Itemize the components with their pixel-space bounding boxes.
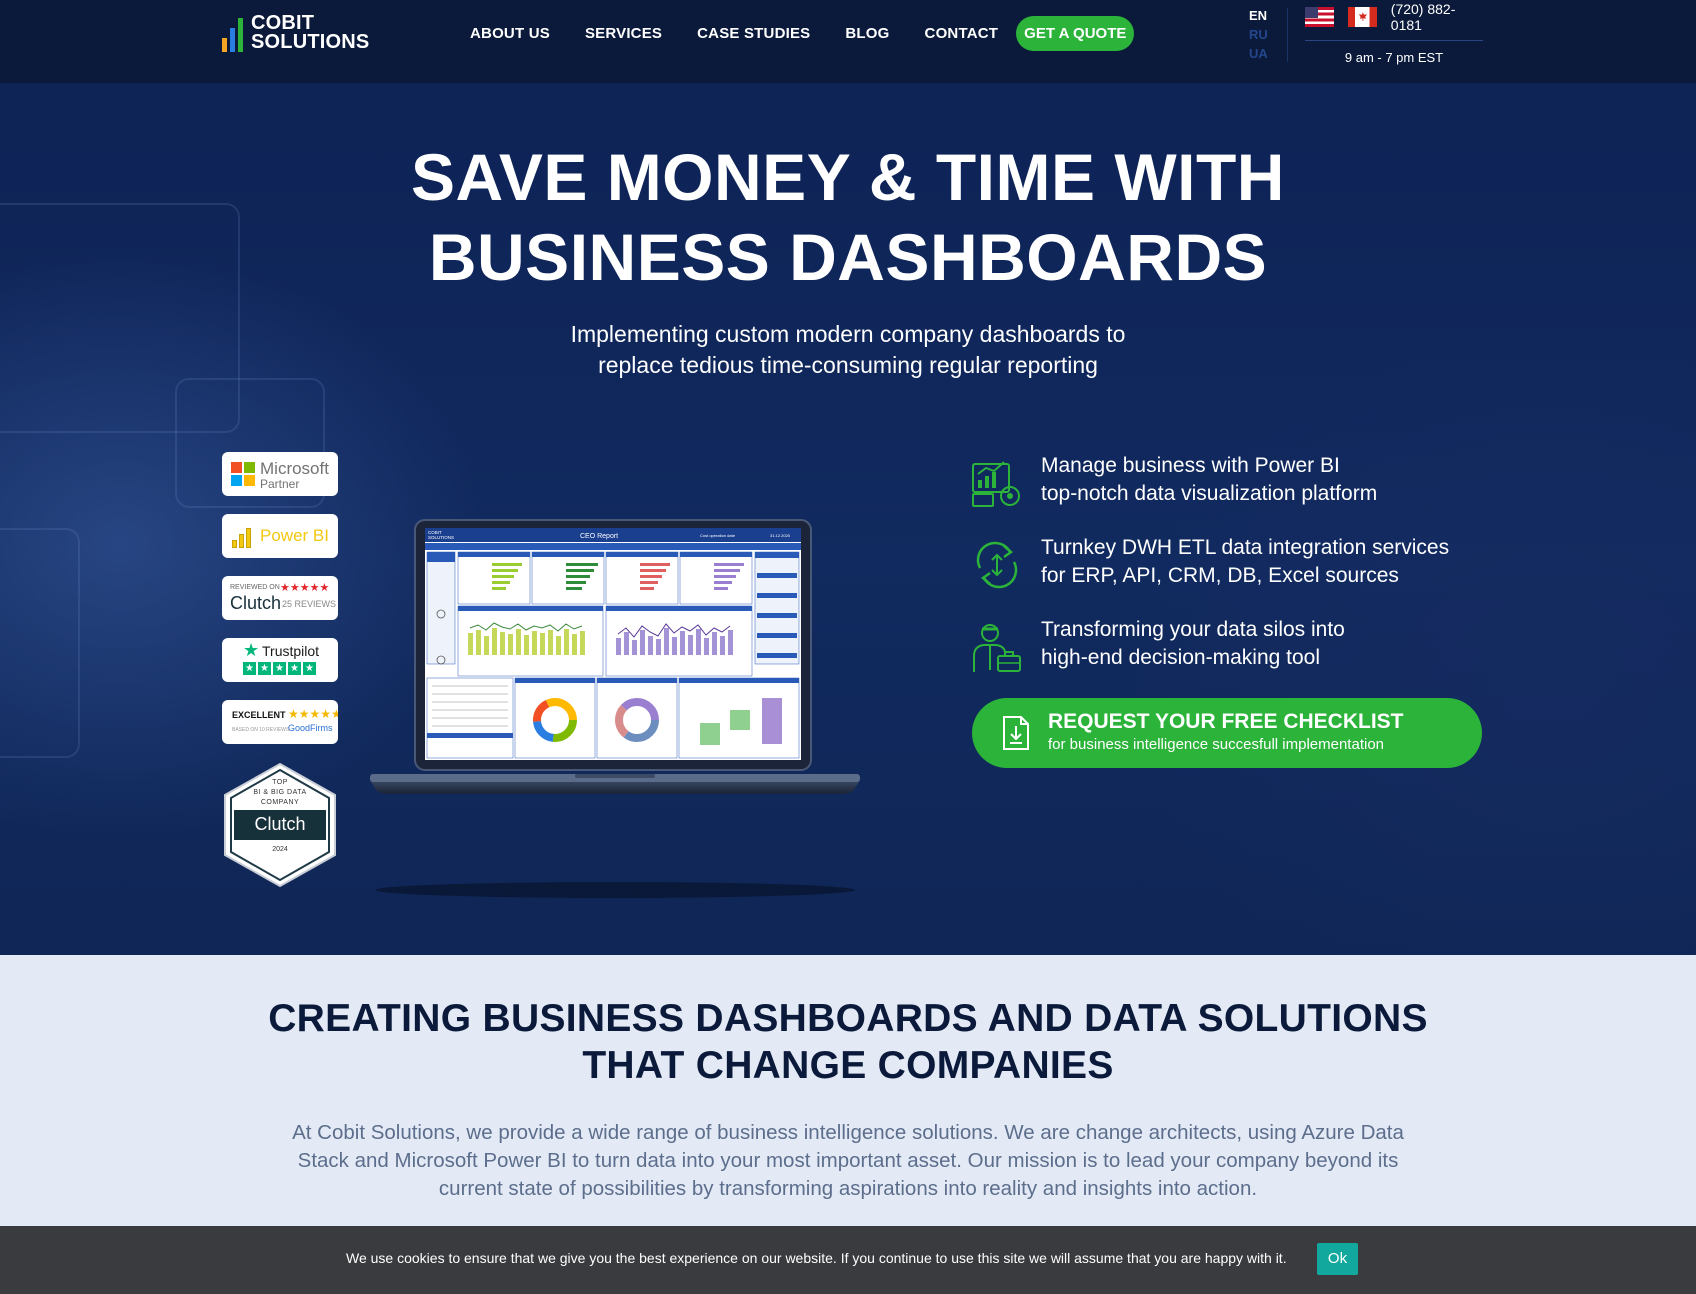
businessman-briefcase-icon [973, 624, 1021, 672]
hero-title-line1: SAVE MONEY & TIME WITH [411, 140, 1285, 214]
power-bi-logo-icon [232, 526, 254, 548]
lang-en[interactable]: EN [1249, 6, 1268, 25]
request-checklist-button[interactable]: REQUEST YOUR FREE CHECKLIST for business… [972, 698, 1482, 768]
canada-flag-icon[interactable] [1347, 7, 1377, 27]
nav-case-studies[interactable]: CASE STUDIES [697, 17, 810, 51]
feature-item: Transforming your data silos into high-e… [970, 614, 1490, 696]
cookie-ok-button[interactable]: Ok [1317, 1243, 1358, 1275]
about-description: At Cobit Solutions, we provide a wide ra… [292, 1121, 1404, 1200]
screen-date: 31.12.2020 [770, 533, 791, 538]
trust-badges: Microsoft Partner Power BI REVIEWED ON ★… [222, 452, 338, 888]
laptop-illustration: COBIT SOLUTIONS CEO Report Cost operatio… [370, 519, 860, 898]
trustpilot-badge[interactable]: ★ Trustpilot ★ ★ ★ ★ ★ [222, 638, 338, 682]
hero-subtitle: Implementing custom modern company dashb… [0, 319, 1696, 381]
language-switcher: EN RU UA [1249, 6, 1268, 63]
feature-item: Manage business with Power BI top-notch … [970, 450, 1490, 532]
lang-ru[interactable]: RU [1249, 25, 1268, 44]
dashboard-laptop-image: COBIT SOLUTIONS CEO Report Cost operatio… [370, 518, 870, 903]
logo-bars-icon [222, 16, 243, 52]
us-flag-icon[interactable] [1305, 7, 1334, 27]
goodfirms-badge[interactable]: EXCELLENT ★★★★★ BASED ON 10 REVIEWS Good… [222, 700, 338, 744]
clutch-award-name: Clutch [254, 814, 306, 834]
feature-text: Turnkey DWH ETL data integration service… [1041, 536, 1450, 587]
background-decoration [0, 528, 80, 758]
goodfirms-rating-label: EXCELLENT [232, 710, 286, 720]
clutch-top-company-badge[interactable]: TOP BI & BIG DATA COMPANY Clutch 2024 [222, 762, 338, 888]
hero-subtitle-line1: Implementing custom modern company dashb… [570, 321, 1126, 347]
hours-divider [1305, 40, 1483, 41]
main-nav: ABOUT US SERVICES CASE STUDIES BLOG CONT… [470, 16, 1135, 51]
screen-report-title: CEO Report [580, 533, 618, 540]
hero-title-line2: BUSINESS DASHBOARDS [428, 220, 1268, 294]
feature-text: Transforming your data silos into high-e… [1041, 618, 1345, 669]
trustpilot-name: Trustpilot [262, 643, 320, 659]
feature-item: Turnkey DWH ETL data integration service… [970, 532, 1490, 614]
hero-subtitle-line2: replace tedious time-consuming regular r… [598, 352, 1098, 378]
nav-services[interactable]: SERVICES [585, 17, 662, 51]
power-bi-badge[interactable]: Power BI [222, 514, 338, 558]
logo-line2: SOLUTIONS [251, 31, 370, 53]
clutch-review-count: 25 REVIEWS [282, 599, 337, 609]
nav-about-us[interactable]: ABOUT US [470, 17, 550, 51]
screen-logo-line2: SOLUTIONS [428, 535, 454, 540]
document-download-icon [1003, 716, 1029, 750]
contact-block: (720) 882-0181 9 am - 7 pm EST [1305, 1, 1483, 65]
clutch-stars: ★★★★★ [280, 582, 330, 594]
cookie-banner: We use cookies to ensure that we give yo… [0, 1226, 1696, 1294]
trustpilot-star-icon: ★ [243, 640, 260, 660]
feature-text: Manage business with Power BI top-notch … [1041, 454, 1378, 505]
feature-list: Manage business with Power BI top-notch … [970, 450, 1490, 696]
cta-main-label: REQUEST YOUR FREE CHECKLIST [1048, 710, 1404, 733]
phone-number[interactable]: (720) 882-0181 [1391, 1, 1483, 33]
hero-section: SAVE MONEY & TIME WITH BUSINESS DASHBOAR… [0, 83, 1696, 955]
business-hours: 9 am - 7 pm EST [1344, 50, 1444, 65]
clutch-reviewed-on: REVIEWED ON [230, 584, 280, 591]
microsoft-name: Microsoft [260, 459, 329, 478]
get-a-quote-button[interactable]: GET A QUOTE [1016, 16, 1135, 51]
logo-text: COBIT SOLUTIONS [251, 13, 370, 53]
lang-ua[interactable]: UA [1249, 44, 1268, 63]
screen-filter-label: Cost operation date [700, 533, 736, 538]
about-title: CREATING BUSINESS DASHBOARDS AND DATA SO… [0, 995, 1696, 1089]
power-bi-name: Power BI [260, 526, 329, 545]
clutch-award-year: 2024 [272, 846, 288, 853]
about-title-line1: CREATING BUSINESS DASHBOARDS AND DATA SO… [268, 997, 1428, 1040]
microsoft-logo-icon [231, 462, 255, 486]
hero-title: SAVE MONEY & TIME WITH BUSINESS DASHBOAR… [0, 137, 1696, 297]
clutch-name: Clutch [230, 593, 282, 613]
goodfirms-name: GoodFirms [288, 723, 333, 733]
clutch-reviews-badge[interactable]: REVIEWED ON ★★★★★ Clutch 25 REVIEWS [222, 576, 338, 620]
trustpilot-rating-stars: ★ ★ ★ ★ ★ [243, 662, 316, 675]
microsoft-partner-label: Partner [260, 477, 300, 491]
clutch-award-text: TOP BI & BIG DATA COMPANY [253, 779, 307, 806]
logo[interactable]: COBIT SOLUTIONS [222, 13, 370, 53]
cookie-message: We use cookies to ensure that we give yo… [346, 1250, 1287, 1266]
analytics-chart-icon [972, 461, 1020, 507]
goodfirms-based-on: BASED ON 10 REVIEWS [232, 727, 290, 733]
cta-sub-label: for business intelligence succesfull imp… [1048, 736, 1385, 753]
header-divider [1287, 8, 1288, 62]
microsoft-partner-badge[interactable]: Microsoft Partner [222, 452, 338, 496]
site-header: COBIT SOLUTIONS ABOUT US SERVICES CASE S… [0, 0, 1696, 83]
nav-blog[interactable]: BLOG [845, 17, 889, 51]
nav-contact[interactable]: CONTACT [925, 17, 999, 51]
data-sync-icon [976, 541, 1018, 589]
about-title-line2: THAT CHANGE COMPANIES [582, 1044, 1114, 1087]
goodfirms-stars: ★★★★★ [288, 707, 338, 721]
about-section: CREATING BUSINESS DASHBOARDS AND DATA SO… [0, 955, 1696, 1225]
